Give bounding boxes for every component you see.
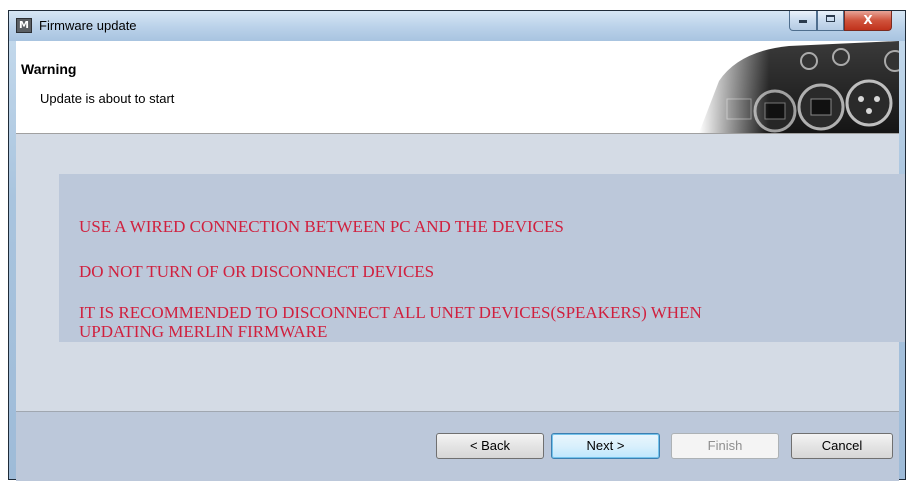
- warning-message-panel: USE A WIRED CONNECTION BETWEEN PC AND TH…: [59, 174, 905, 342]
- page-subtitle: Update is about to start: [40, 91, 175, 106]
- dialog-client-area: Warning Update is about to start USE A W…: [16, 41, 905, 481]
- back-button[interactable]: < Back: [436, 433, 544, 459]
- finish-button[interactable]: Finish: [671, 433, 779, 459]
- close-button[interactable]: X: [844, 11, 892, 31]
- warning-message-no-disconnect: DO NOT TURN OF OR DISCONNECT DEVICES: [79, 262, 435, 281]
- warning-message-unet-line1: IT IS RECOMMENDED TO DISCONNECT ALL UNET…: [79, 303, 702, 322]
- minimize-icon: [799, 20, 807, 23]
- cancel-button[interactable]: Cancel: [791, 433, 893, 459]
- app-icon: M: [16, 18, 32, 33]
- wizard-footer: < Back Next > Finish Cancel: [16, 412, 899, 481]
- warning-message-unet-line2: UPDATING MERLIN FIRMWARE: [79, 322, 328, 341]
- warning-message-wired: USE A WIRED CONNECTION BETWEEN PC AND TH…: [79, 217, 564, 236]
- next-button[interactable]: Next >: [551, 433, 660, 459]
- page-title: Warning: [21, 61, 77, 77]
- firmware-update-window: M Firmware update X Warning Update is ab…: [8, 10, 906, 481]
- wizard-body: USE A WIRED CONNECTION BETWEEN PC AND TH…: [16, 134, 905, 411]
- minimize-button[interactable]: [789, 11, 817, 31]
- maximize-icon: [826, 15, 835, 22]
- maximize-button[interactable]: [817, 11, 844, 31]
- window-title: Firmware update: [39, 18, 137, 33]
- close-icon: X: [863, 13, 873, 27]
- hardware-connector-image: [699, 41, 899, 133]
- wizard-header: Warning Update is about to start: [16, 41, 899, 134]
- title-bar[interactable]: M Firmware update X: [9, 11, 905, 41]
